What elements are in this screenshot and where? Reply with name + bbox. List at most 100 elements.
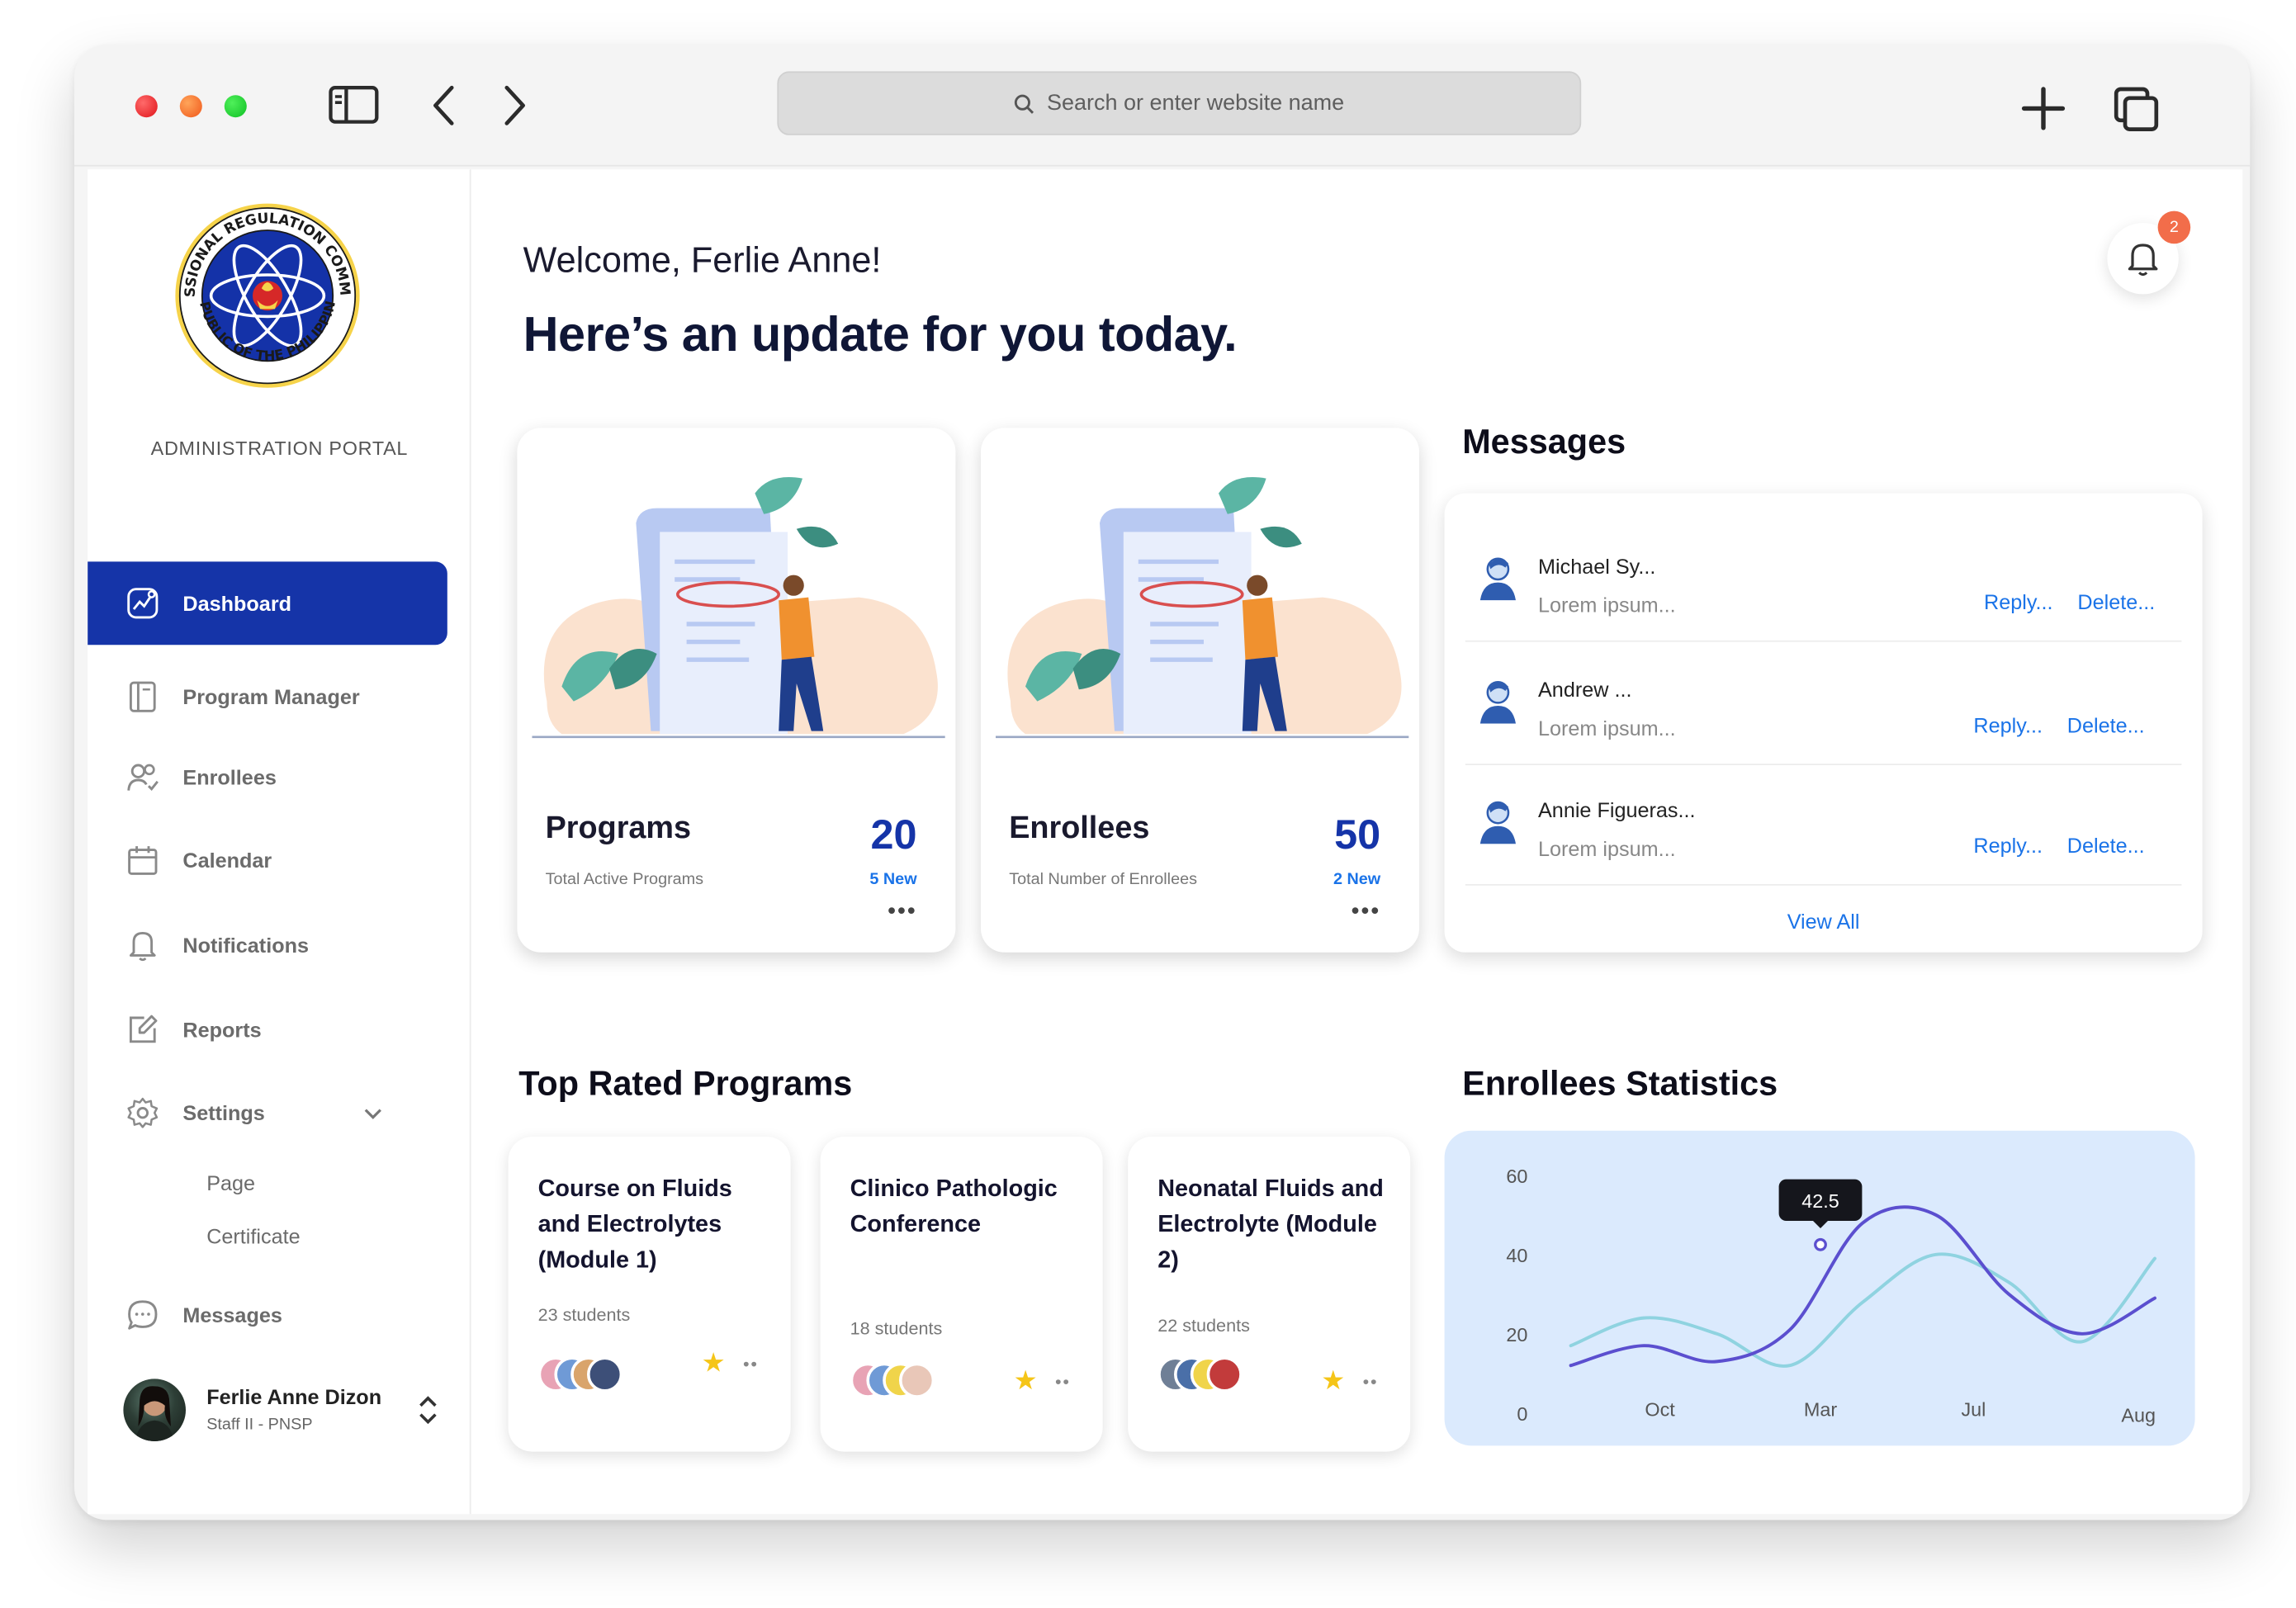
delete-link[interactable]: Delete... [2067, 713, 2145, 737]
notification-count-badge: 2 [2157, 210, 2191, 244]
tabs-overview-icon[interactable] [2114, 86, 2161, 141]
bell-icon [2128, 244, 2158, 277]
reply-link[interactable]: Reply... [1973, 834, 2043, 858]
sidebar-item-reports[interactable]: Reports [88, 988, 447, 1071]
message-row[interactable]: Andrew ... Lorem ipsum... Reply... Delet… [1465, 646, 2182, 765]
program-name: Clinico Pathologic Conference [850, 1176, 1058, 1238]
messages-title: Messages [1462, 422, 1626, 461]
sidebar-item-label: Enrollees [182, 765, 277, 789]
main-content: Welcome, Ferlie Anne! Here’s an update f… [471, 169, 2243, 1514]
settings-subitem-certificate[interactable]: Certificate [206, 1224, 300, 1248]
avatar-stack [1157, 1356, 1262, 1395]
sidebar-item-calendar[interactable]: Calendar [88, 819, 447, 902]
message-sender: Andrew ... [1538, 677, 1632, 702]
sidebar-item-program-manager[interactable]: Program Manager [88, 655, 447, 739]
gear-icon [126, 1096, 159, 1129]
avatar [123, 1379, 186, 1441]
settings-subitem-page[interactable]: Page [206, 1171, 255, 1194]
chevron-up-down-icon[interactable] [418, 1393, 438, 1434]
sidebar: PROFESSIONAL REGULATION COMMISSION REPUB… [88, 169, 471, 1515]
close-window-button[interactable] [135, 95, 158, 118]
program-name: Neonatal Fluids and Electrolyte (Module … [1157, 1176, 1384, 1274]
y-tick-label: 20 [1506, 1324, 1527, 1346]
app-content: PROFESSIONAL REGULATION COMMISSION REPUB… [88, 169, 2243, 1515]
stat-subtitle: Total Active Programs [545, 870, 704, 889]
chat-icon [126, 1298, 159, 1331]
star-icon[interactable]: ★ [1321, 1365, 1345, 1397]
sidebar-item-label: Calendar [182, 848, 272, 873]
program-card[interactable]: Clinico Pathologic Conference 18 student… [820, 1137, 1103, 1452]
x-tick-label: Jul [1961, 1398, 1986, 1420]
view-all-link[interactable]: View All [1445, 910, 2203, 934]
more-options-icon[interactable]: •• [743, 1354, 759, 1374]
x-tick-label: Mar [1804, 1398, 1837, 1420]
document-illustration [996, 464, 1409, 740]
url-bar-placeholder: Search or enter website name [1046, 90, 1345, 116]
notification-bell-button[interactable]: 2 [2107, 210, 2191, 295]
more-options-icon[interactable]: •• [1055, 1371, 1071, 1392]
user-avatar-icon [1479, 557, 1516, 601]
sidebar-item-label: Settings [182, 1100, 265, 1125]
series-line-light [1569, 1252, 2156, 1368]
stat-title: Programs [545, 811, 692, 846]
portal-label: ADMINISTRATION PORTAL [150, 437, 409, 460]
stat-title: Enrollees [1009, 811, 1150, 846]
star-icon[interactable]: ★ [1014, 1365, 1038, 1397]
maximize-window-button[interactable] [224, 95, 247, 118]
chevron-down-icon[interactable] [364, 1101, 382, 1125]
series-line-dark [1569, 1205, 2156, 1368]
message-row[interactable]: Michael Sy... Lorem ipsum... Reply... De… [1465, 523, 2182, 642]
program-students: 22 students [1157, 1315, 1250, 1336]
program-card[interactable]: Course on Fluids and Electrolytes (Modul… [508, 1137, 791, 1452]
bell-icon [126, 929, 159, 962]
search-icon [1015, 93, 1034, 113]
messages-card: Michael Sy... Lorem ipsum... Reply... De… [1444, 493, 2203, 953]
sidebar-item-label: Dashboard [182, 591, 292, 616]
stat-new-count: 2 New [1333, 870, 1381, 889]
calendar-icon [126, 844, 159, 877]
sidebar-item-label: Reports [182, 1018, 262, 1042]
sidebar-item-label: Notifications [182, 933, 310, 958]
browser-window: Search or enter website name SSIONAL REG… [74, 45, 2251, 1521]
user-profile[interactable]: Ferlie Anne Dizon Staff II - PNSP [123, 1370, 450, 1459]
sidebar-toggle-icon[interactable] [329, 85, 379, 134]
sidebar-item-messages[interactable]: Messages [88, 1274, 447, 1357]
program-name: Course on Fluids and Electrolytes (Modul… [537, 1176, 732, 1274]
message-row[interactable]: Annie Figueras... Lorem ipsum... Reply..… [1465, 767, 2182, 886]
x-tick-label: Aug [2121, 1405, 2156, 1426]
statistics-title: Enrollees Statistics [1462, 1063, 1778, 1103]
more-options-icon[interactable]: ••• [1352, 899, 1381, 925]
sidebar-item-dashboard[interactable]: Dashboard [88, 561, 447, 646]
user-avatar-icon [1479, 680, 1516, 724]
delete-link[interactable]: Delete... [2067, 834, 2145, 858]
programs-stat-card[interactable]: Programs Total Active Programs 20 5 New … [517, 428, 956, 953]
notebook-icon [126, 680, 159, 713]
user-avatar-icon [1479, 801, 1516, 844]
stat-value: 50 [1334, 811, 1381, 858]
back-arrow-icon[interactable] [431, 85, 457, 134]
enrollees-stat-card[interactable]: Enrollees Total Number of Enrollees 50 2… [981, 428, 1419, 953]
url-bar[interactable]: Search or enter website name [777, 71, 1582, 135]
delete-link[interactable]: Delete... [2077, 590, 2155, 614]
sidebar-item-label: Messages [182, 1303, 282, 1327]
message-sender: Michael Sy... [1538, 554, 1656, 579]
reply-link[interactable]: Reply... [1973, 713, 2043, 737]
stat-value: 20 [870, 811, 917, 858]
tooltip-point[interactable] [1814, 1237, 1827, 1251]
minimize-window-button[interactable] [179, 95, 202, 118]
sidebar-item-enrollees[interactable]: Enrollees [88, 735, 447, 819]
enrollees-chart: 0 20 40 60 Oct Mar Jul Aug 42.5 [1444, 1130, 2195, 1446]
forward-arrow-icon[interactable] [501, 85, 528, 134]
program-students: 18 students [850, 1317, 943, 1339]
sidebar-item-label: Program Manager [182, 684, 360, 709]
more-options-icon[interactable]: ••• [888, 899, 917, 925]
star-icon[interactable]: ★ [702, 1348, 726, 1379]
new-tab-plus-icon[interactable] [2021, 86, 2066, 138]
program-card[interactable]: Neonatal Fluids and Electrolyte (Module … [1128, 1137, 1411, 1452]
sidebar-item-notifications[interactable]: Notifications [88, 903, 447, 986]
reply-link[interactable]: Reply... [1984, 590, 2053, 614]
more-options-icon[interactable]: •• [1363, 1371, 1379, 1392]
avatar-stack [537, 1356, 642, 1395]
users-icon [126, 761, 159, 794]
sidebar-item-settings[interactable]: Settings [88, 1071, 447, 1155]
